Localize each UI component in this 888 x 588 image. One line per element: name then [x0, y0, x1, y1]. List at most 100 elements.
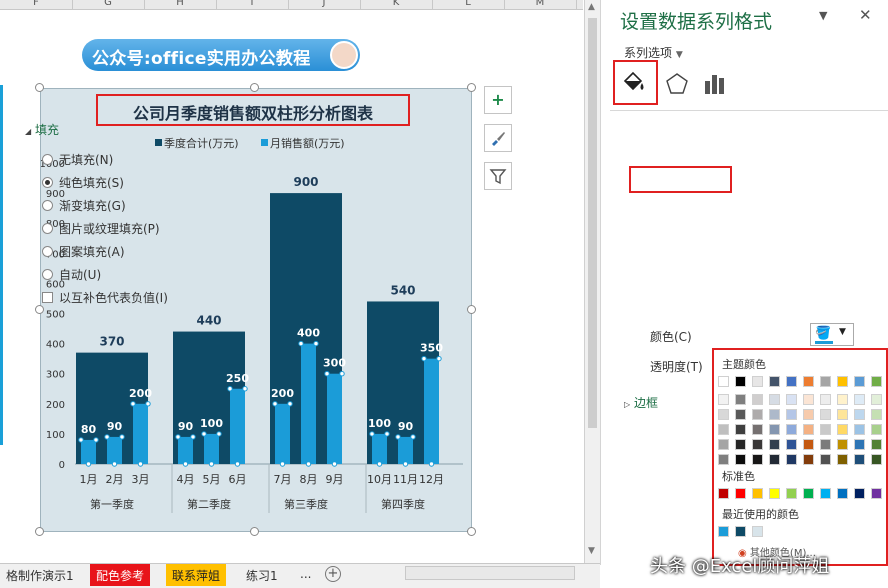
theme-color-swatch[interactable]	[718, 376, 729, 387]
theme-shade-swatch[interactable]	[718, 394, 729, 405]
border-section-header[interactable]: ▷ 边框	[624, 394, 658, 411]
theme-shade-swatch[interactable]	[718, 424, 729, 435]
month-bar[interactable]	[81, 439, 96, 464]
theme-shade-swatch[interactable]	[854, 439, 865, 450]
month-bar[interactable]	[107, 436, 122, 464]
month-bar[interactable]	[204, 433, 219, 464]
theme-color-swatch[interactable]	[854, 376, 865, 387]
chart-styles-button[interactable]	[484, 124, 512, 152]
theme-shade-swatch[interactable]	[735, 424, 746, 435]
fill-option[interactable]: 图案填充(A)	[42, 243, 125, 260]
theme-shade-swatch[interactable]	[837, 424, 848, 435]
recent-color-swatch[interactable]	[718, 526, 729, 537]
column-header-L[interactable]: L	[458, 0, 478, 8]
sheet-tab[interactable]: 配色参考	[90, 564, 151, 586]
theme-shade-swatch[interactable]	[871, 394, 882, 405]
resize-handle-nw[interactable]	[35, 83, 44, 92]
theme-shade-swatch[interactable]	[769, 424, 780, 435]
column-header-M[interactable]: M	[530, 0, 550, 8]
resize-handle-n[interactable]	[250, 83, 259, 92]
theme-shade-swatch[interactable]	[854, 394, 865, 405]
radio-button[interactable]	[42, 246, 53, 257]
horizontal-scrollbar[interactable]	[405, 566, 575, 580]
theme-color-swatch[interactable]	[837, 376, 848, 387]
fill-option[interactable]: 图片或纹理填充(P)	[42, 220, 160, 237]
pane-options-chevron-icon[interactable]: ▼	[819, 9, 827, 22]
theme-color-swatch[interactable]	[820, 376, 831, 387]
radio-button[interactable]	[42, 200, 53, 211]
theme-shade-swatch[interactable]	[735, 409, 746, 420]
theme-shade-swatch[interactable]	[803, 409, 814, 420]
invert-negative-checkbox[interactable]: 以互补色代表负值(I)	[42, 289, 168, 306]
standard-color-swatch[interactable]	[871, 488, 882, 499]
close-icon[interactable]: ✕	[859, 6, 872, 24]
sheet-tab[interactable]: 联系萍姐	[166, 564, 227, 586]
month-bar[interactable]	[327, 373, 342, 464]
standard-color-swatch[interactable]	[735, 488, 746, 499]
standard-color-swatch[interactable]	[718, 488, 729, 499]
series-options-dropdown[interactable]: 系列选项 ▼	[624, 44, 683, 61]
theme-shade-swatch[interactable]	[769, 394, 780, 405]
month-bar[interactable]	[301, 343, 316, 464]
chart-elements-button[interactable]: +	[484, 86, 512, 114]
resize-handle-sw[interactable]	[35, 527, 44, 536]
column-header-H[interactable]: H	[170, 0, 190, 8]
theme-shade-swatch[interactable]	[786, 439, 797, 450]
theme-shade-swatch[interactable]	[752, 454, 763, 465]
standard-color-swatch[interactable]	[803, 488, 814, 499]
chart-title[interactable]: 公司月季度销售额双柱形分析图表	[96, 94, 410, 126]
more-sheets-button[interactable]: ...	[294, 564, 317, 586]
theme-shade-swatch[interactable]	[871, 454, 882, 465]
chart-filters-button[interactable]	[484, 162, 512, 190]
theme-shade-swatch[interactable]	[820, 424, 831, 435]
standard-color-swatch[interactable]	[820, 488, 831, 499]
theme-shade-swatch[interactable]	[820, 409, 831, 420]
column-header-K[interactable]: K	[386, 0, 406, 8]
theme-color-swatch[interactable]	[735, 376, 746, 387]
theme-shade-swatch[interactable]	[820, 439, 831, 450]
theme-shade-swatch[interactable]	[786, 409, 797, 420]
vertical-scrollbar[interactable]: ▲ ▼	[584, 0, 600, 565]
fill-option[interactable]: 纯色填充(S)	[42, 174, 124, 191]
theme-shade-swatch[interactable]	[769, 439, 780, 450]
theme-shade-swatch[interactable]	[803, 424, 814, 435]
radio-button[interactable]	[42, 154, 53, 165]
fill-option[interactable]: 渐变填充(G)	[42, 197, 126, 214]
recent-color-swatch[interactable]	[752, 526, 763, 537]
theme-shade-swatch[interactable]	[752, 409, 763, 420]
sheet-tab[interactable]: 格制作演示1	[0, 564, 80, 586]
theme-color-swatch[interactable]	[871, 376, 882, 387]
month-bar[interactable]	[178, 436, 193, 464]
theme-color-swatch[interactable]	[803, 376, 814, 387]
radio-button[interactable]	[42, 177, 53, 188]
theme-shade-swatch[interactable]	[752, 439, 763, 450]
sheet-tab[interactable]: 练习1	[240, 564, 284, 586]
theme-shade-swatch[interactable]	[871, 409, 882, 420]
month-bar[interactable]	[398, 436, 413, 464]
column-header-G[interactable]: G	[98, 0, 118, 8]
scroll-thumb[interactable]	[588, 18, 597, 428]
effects-tab[interactable]	[662, 63, 692, 103]
theme-shade-swatch[interactable]	[752, 424, 763, 435]
fill-color-button[interactable]: 🪣 ▼	[810, 323, 854, 346]
resize-handle-se[interactable]	[467, 527, 476, 536]
theme-shade-swatch[interactable]	[786, 394, 797, 405]
theme-shade-swatch[interactable]	[803, 394, 814, 405]
theme-shade-swatch[interactable]	[837, 394, 848, 405]
month-bar[interactable]	[372, 433, 387, 464]
theme-shade-swatch[interactable]	[837, 454, 848, 465]
theme-shade-swatch[interactable]	[786, 454, 797, 465]
theme-shade-swatch[interactable]	[803, 454, 814, 465]
theme-shade-swatch[interactable]	[854, 409, 865, 420]
standard-color-swatch[interactable]	[752, 488, 763, 499]
theme-shade-swatch[interactable]	[718, 439, 729, 450]
theme-shade-swatch[interactable]	[871, 439, 882, 450]
add-sheet-button[interactable]: +	[325, 566, 341, 582]
month-bar[interactable]	[230, 388, 245, 464]
resize-handle-ne[interactable]	[467, 83, 476, 92]
theme-shade-swatch[interactable]	[786, 424, 797, 435]
standard-color-swatch[interactable]	[786, 488, 797, 499]
theme-shade-swatch[interactable]	[837, 409, 848, 420]
theme-shade-swatch[interactable]	[871, 424, 882, 435]
theme-color-swatch[interactable]	[769, 376, 780, 387]
